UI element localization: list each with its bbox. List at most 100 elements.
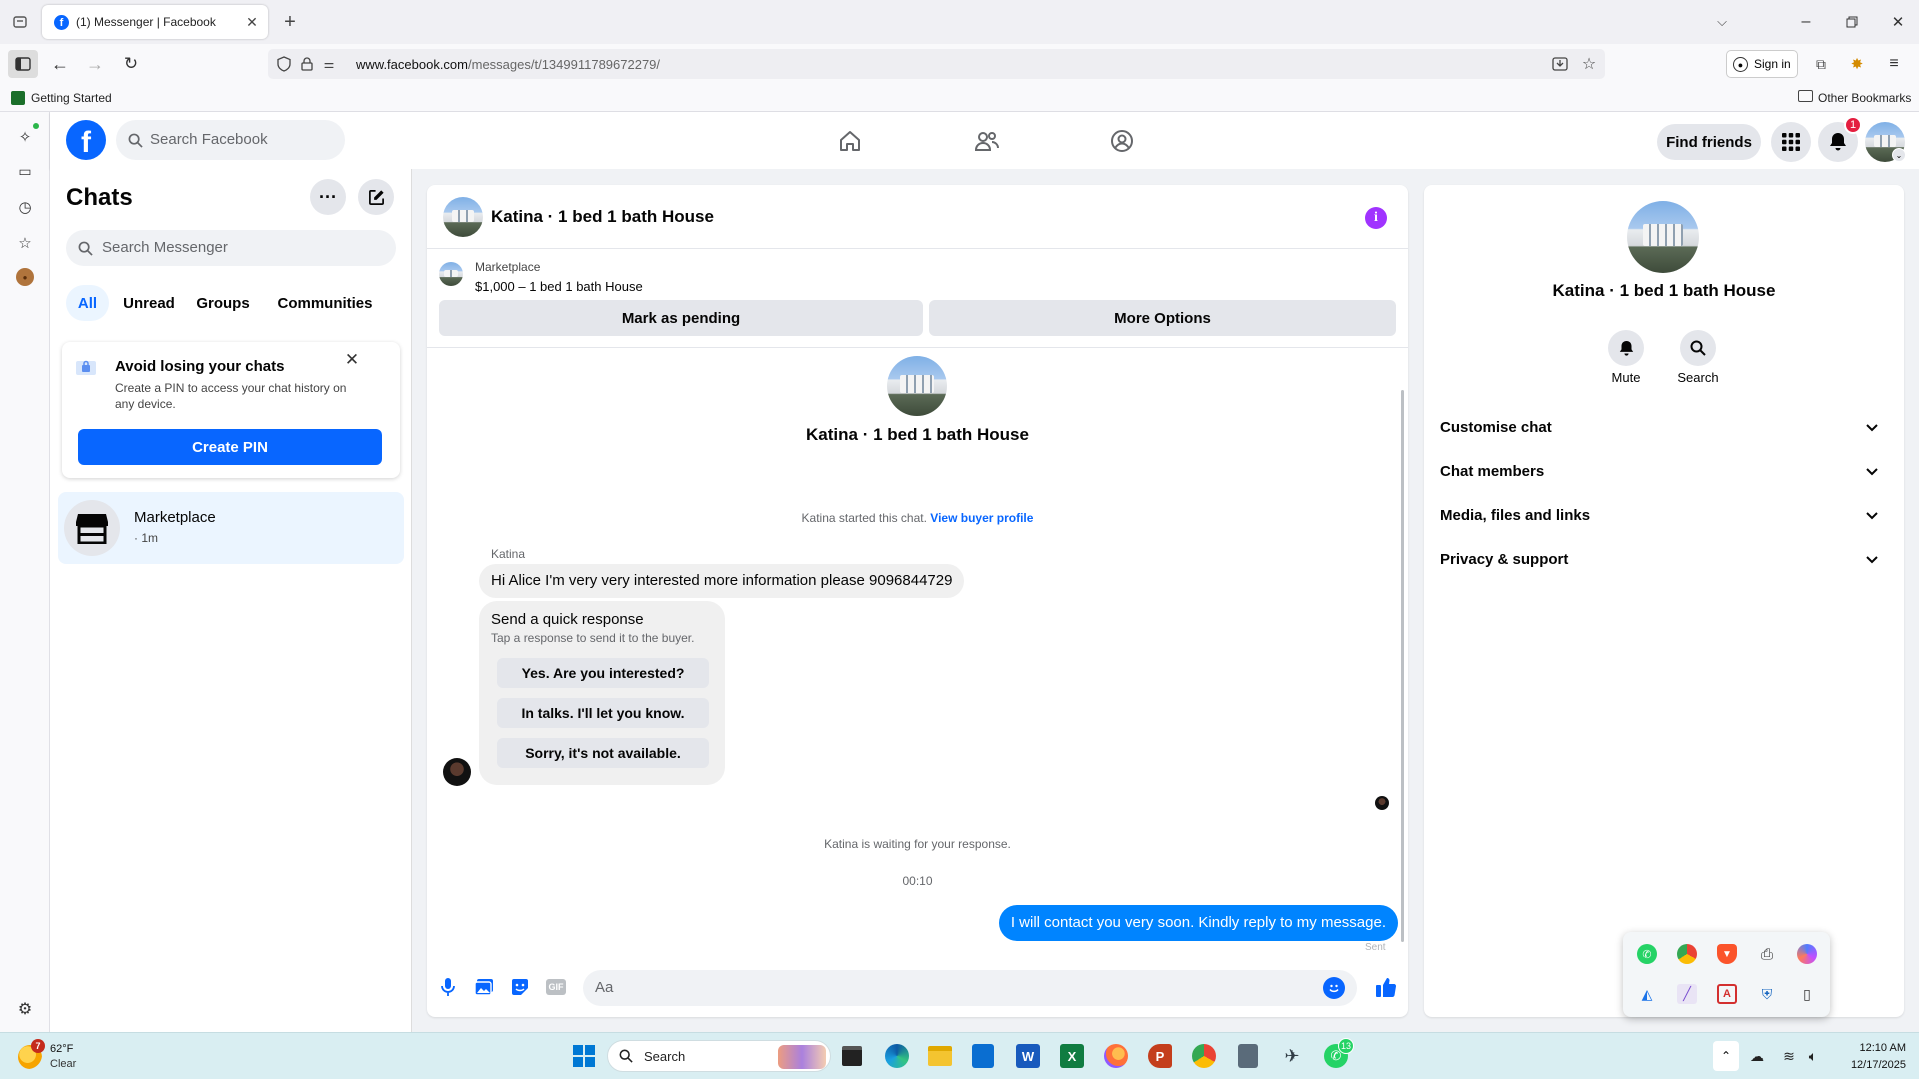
info-icon[interactable]: i [1365,207,1387,229]
url-bar[interactable]: ⚌ www.facebook.com/messages/t/1349911789… [268,49,1605,79]
edge-icon[interactable] [885,1044,909,1068]
gif-icon[interactable]: GIF [545,976,567,998]
listing-line[interactable]: $1,000 – 1 bed 1 bath House [475,279,643,294]
chrome-tray-icon[interactable] [1677,944,1697,964]
excel-icon[interactable]: X [1060,1044,1084,1068]
tray-chevron-up-icon[interactable]: ⌃ [1713,1041,1739,1071]
conversation-scrollbar[interactable] [1401,390,1404,942]
file-explorer-icon[interactable] [928,1046,952,1066]
sticker-icon[interactable] [509,976,531,998]
new-tab-icon[interactable]: + [278,10,302,34]
bookmark-getting-started[interactable]: Getting Started [31,91,112,105]
powerpoint-icon[interactable]: P [1148,1044,1172,1068]
bookmark-star-icon[interactable]: ☆ [1579,54,1599,74]
mark-pending-button[interactable]: Mark as pending [439,300,923,336]
firefox-icon[interactable] [1104,1044,1128,1068]
more-options-button[interactable]: More Options [929,300,1396,336]
reload-icon[interactable]: ↻ [119,52,143,76]
outgoing-message-bubble[interactable]: I will contact you very soon. Kindly rep… [998,905,1398,941]
sidebar-toggle-icon[interactable] [8,50,38,78]
new-message-icon[interactable] [358,179,394,215]
brave-tray-icon[interactable]: ▼ [1717,944,1737,964]
network-app-icon[interactable]: ✈ [1280,1044,1304,1068]
filter-groups[interactable]: Groups [190,285,256,321]
synced-tabs-icon[interactable]: ▭ [14,160,36,182]
create-pin-button[interactable]: Create PIN [78,429,382,465]
acrobat-tray-icon[interactable]: A [1717,984,1737,1004]
quick-reply-yes[interactable]: Yes. Are you interested? [497,658,709,688]
taskbar-search-box[interactable]: Search [607,1040,831,1072]
facebook-search-input[interactable]: Search Facebook [116,120,345,160]
microphone-icon[interactable] [437,976,459,998]
close-window-icon[interactable]: ✕ [1886,10,1910,34]
permissions-icon[interactable]: ⚌ [320,55,338,73]
url-text[interactable]: www.facebook.com/messages/t/134991178967… [356,57,660,72]
tab-list-icon[interactable] [10,12,30,32]
filter-all[interactable]: All [66,285,109,321]
find-friends-button[interactable]: Find friends [1657,124,1761,160]
chevron-down-icon[interactable]: ⌵ [1712,12,1732,32]
chrome-icon[interactable] [1192,1044,1216,1068]
menu-icon[interactable]: ≡ [1884,54,1904,74]
thread-avatar[interactable] [887,356,947,416]
chat-item-marketplace[interactable]: Marketplace · 1m [58,492,404,564]
cookie-extension-icon[interactable]: ✸ [1847,54,1867,74]
emoji-icon[interactable] [1323,977,1345,999]
conversation-avatar[interactable] [443,197,483,237]
message-composer-input[interactable]: Aa [583,970,1357,1006]
view-buyer-profile-link[interactable]: View buyer profile [930,511,1033,525]
filter-communities[interactable]: Communities [268,285,382,321]
task-view-icon[interactable] [842,1046,862,1066]
weather-temp[interactable]: 62°F [50,1043,73,1055]
account-chevron-icon[interactable]: ⌄ [1892,148,1906,162]
more-options-icon[interactable]: ··· [310,179,346,215]
incoming-message-bubble[interactable]: Hi Alice I'm very very interested more i… [479,564,965,598]
security-shield-tray-icon[interactable]: ⛨ [1757,984,1777,1004]
messenger-search-input[interactable]: Search Messenger [66,230,396,266]
close-tab-icon[interactable]: ✕ [244,14,260,30]
tab-messenger[interactable]: f (1) Messenger | Facebook ✕ [42,5,268,39]
search-in-chat-icon[interactable] [1680,330,1716,366]
sign-in-button[interactable]: ● Sign in [1726,50,1798,78]
quick-reply-in-talks[interactable]: In talks. I'll let you know. [497,698,709,728]
thumbs-up-icon[interactable] [1373,974,1399,1000]
volume-icon[interactable]: 🔈︎ [1803,1046,1823,1066]
word-icon[interactable]: W [1016,1044,1040,1068]
whatsapp-tray-icon[interactable]: ✆ [1637,944,1657,964]
ai-chatbot-icon[interactable]: ✧ [14,126,36,148]
copilot-tray-icon[interactable] [1797,944,1817,964]
filter-unread[interactable]: Unread [116,285,182,321]
drive-tray-icon[interactable]: ◭ [1637,984,1657,1004]
mute-bell-icon[interactable] [1608,330,1644,366]
mute-label[interactable]: Mute [1596,370,1656,385]
menu-grid-icon[interactable] [1771,122,1811,162]
lock-icon[interactable] [298,55,316,73]
bookmarks-icon[interactable]: ☆ [14,232,36,254]
friends-icon[interactable] [972,127,1002,155]
pen-tray-icon[interactable]: ╱ [1677,984,1697,1004]
history-icon[interactable]: ◷ [14,196,36,218]
section-media-files-links[interactable]: Media, files and links [1432,496,1896,536]
back-icon[interactable]: ← [48,52,72,76]
start-windows-icon[interactable] [573,1045,595,1067]
store-icon[interactable] [972,1044,994,1068]
home-icon[interactable] [836,127,864,155]
section-customise-chat[interactable]: Customise chat [1432,408,1896,448]
listing-thumbnail[interactable] [439,262,463,286]
settings-gear-icon[interactable]: ⚙ [14,998,36,1020]
close-icon[interactable]: ✕ [342,350,362,370]
info-avatar[interactable] [1627,201,1699,273]
conversation-title[interactable]: Katina · 1 bed 1 bath House [491,207,714,227]
photo-icon[interactable] [473,976,495,998]
minimize-icon[interactable]: – [1794,10,1818,34]
forward-icon[interactable]: → [83,52,107,76]
extensions-icon[interactable]: ⧉ [1811,54,1831,74]
shield-icon[interactable] [275,55,293,73]
clock-time[interactable]: 12:10 AM [1836,1042,1906,1054]
printer-tray-icon[interactable]: ⎙ [1757,944,1777,964]
cookie-icon[interactable]: ● [16,268,34,286]
search-label[interactable]: Search [1668,370,1728,385]
sender-avatar[interactable] [443,758,471,786]
calculator-icon[interactable] [1238,1044,1258,1068]
cloud-offline-icon[interactable]: ☁ [1747,1046,1767,1066]
